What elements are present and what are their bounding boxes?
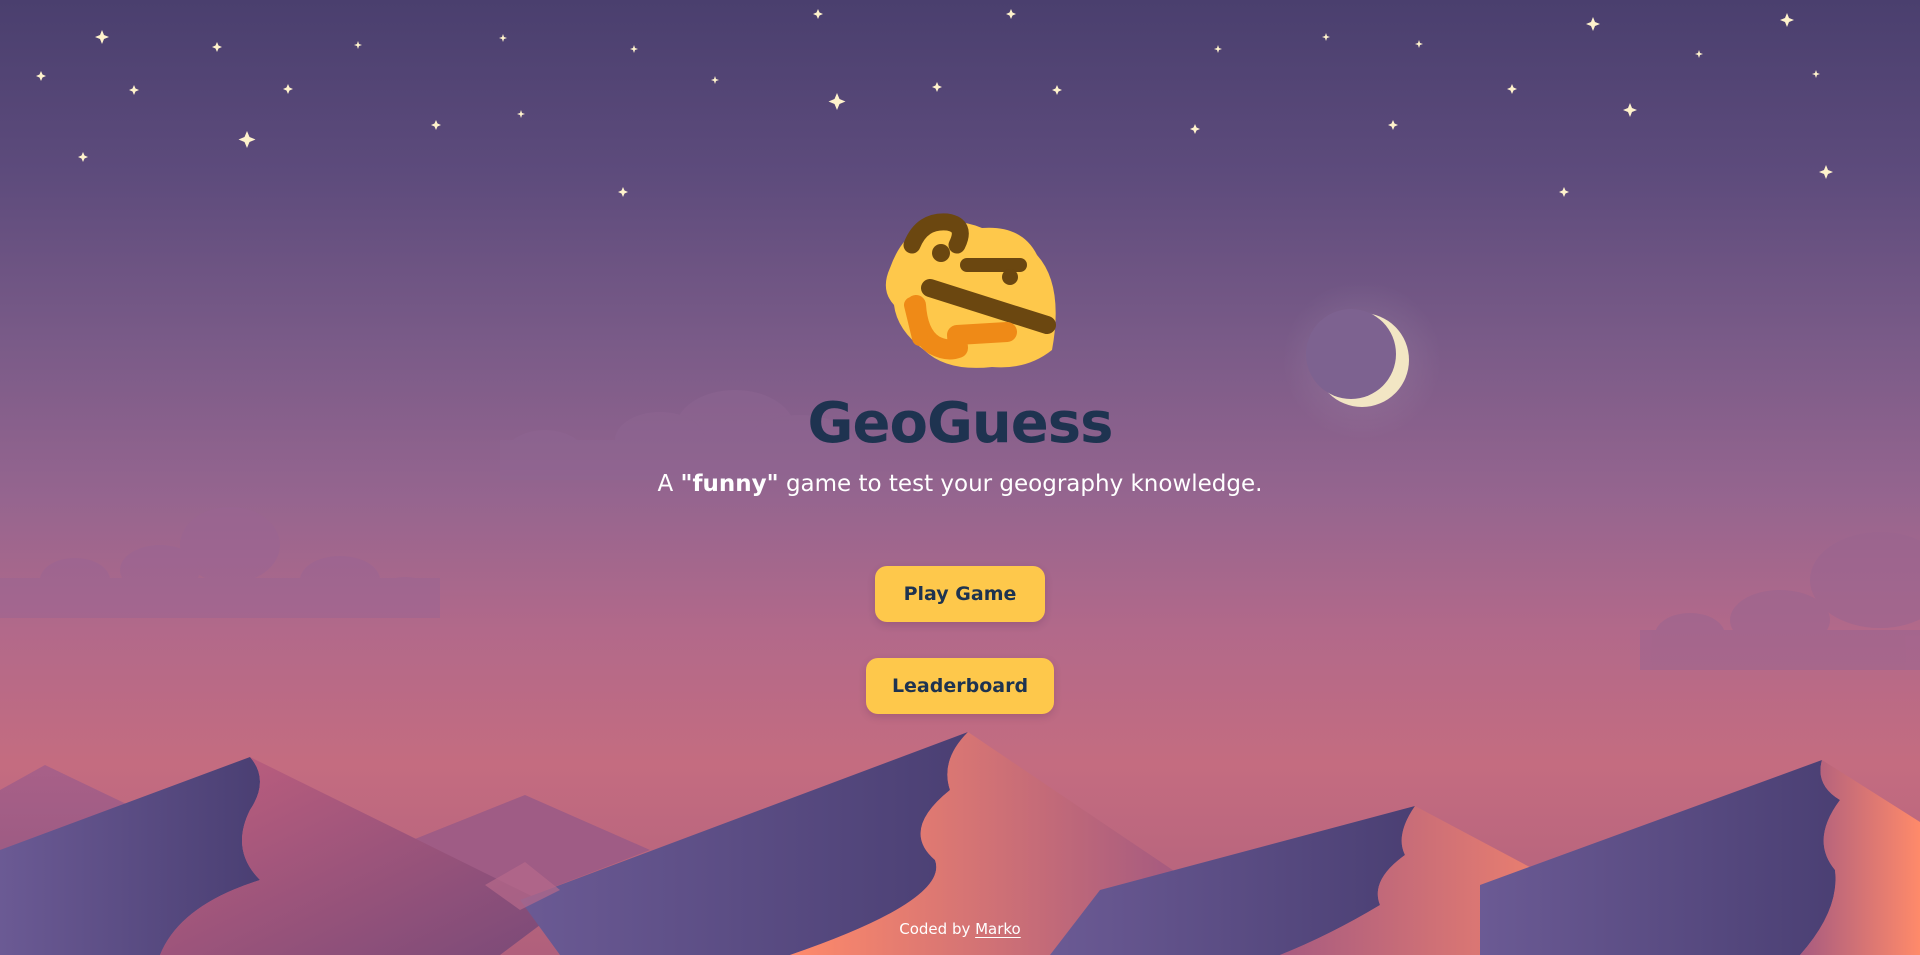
footer-credit: Coded by Marko (0, 920, 1920, 938)
play-game-button[interactable]: Play Game (875, 566, 1045, 622)
author-link[interactable]: Marko (975, 920, 1021, 938)
tagline-suffix: game to test your geography knowledge. (778, 471, 1263, 497)
tagline-emphasis: "funny" (680, 471, 779, 497)
leaderboard-button[interactable]: Leaderboard (866, 658, 1054, 714)
credit-prefix: Coded by (899, 920, 976, 938)
game-title: GeoGuess (807, 391, 1114, 456)
game-tagline: A "funny" game to test your geography kn… (0, 468, 1920, 500)
thinking-face-icon (885, 213, 1056, 368)
tagline-prefix: A (657, 471, 681, 497)
menu-screen: GeoGuess A "funny" game to test your geo… (0, 0, 1920, 955)
